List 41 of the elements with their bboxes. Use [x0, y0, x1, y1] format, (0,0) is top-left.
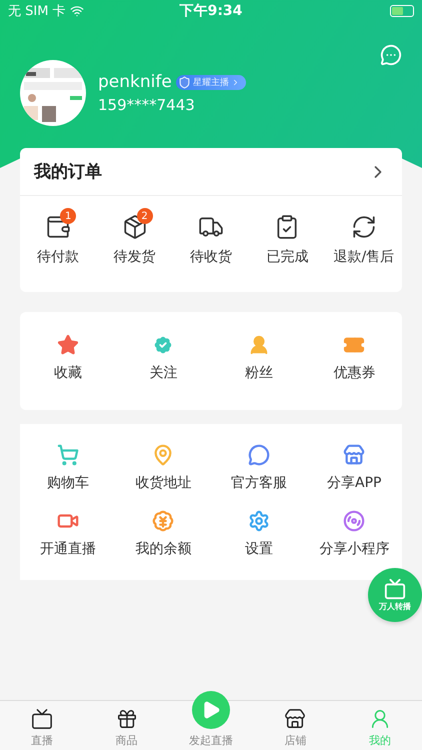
- refresh-icon[interactable]: [350, 214, 377, 240]
- message-icon[interactable]: [380, 44, 402, 66]
- user-icon[interactable]: [248, 334, 270, 356]
- service-label[interactable]: 购物车: [46, 474, 89, 492]
- order-status-label[interactable]: 待付款: [37, 248, 80, 266]
- shortcut-label[interactable]: 收藏: [54, 364, 82, 382]
- service-label[interactable]: 设置: [244, 540, 273, 558]
- order-status-label[interactable]: 待收货: [190, 248, 232, 266]
- cart-icon[interactable]: [56, 444, 79, 466]
- tv-icon[interactable]: [31, 708, 54, 730]
- chat-bubble-icon[interactable]: [248, 444, 270, 466]
- count-badge: 2: [136, 208, 153, 224]
- service-label[interactable]: 官方客服: [230, 474, 287, 492]
- shortcut-label[interactable]: 关注: [149, 364, 178, 382]
- wifi-icon: [70, 4, 84, 18]
- battery-icon: [390, 5, 414, 17]
- disc-icon[interactable]: [343, 510, 366, 532]
- card-title: 我的订单: [34, 161, 102, 183]
- order-status-label[interactable]: 待发货: [114, 248, 156, 266]
- location-pin-icon[interactable]: [152, 444, 174, 466]
- order-status-label[interactable]: 已完成: [266, 248, 308, 266]
- star-icon[interactable]: [56, 334, 79, 356]
- service-label[interactable]: 开通直播: [40, 540, 96, 558]
- phone-number: 159****7443: [98, 96, 196, 114]
- settings-icon[interactable]: [248, 510, 270, 532]
- shortcut-label[interactable]: 优惠券: [333, 364, 376, 382]
- user-name: penknife: [98, 72, 172, 92]
- count-badge: 1: [60, 208, 76, 224]
- service-label[interactable]: 分享APP: [327, 474, 382, 492]
- shortcut-label[interactable]: 粉丝: [244, 364, 273, 382]
- store-icon[interactable]: [284, 708, 306, 730]
- carrier-text: 无 SIM 卡: [8, 3, 66, 20]
- gift-icon[interactable]: [116, 708, 138, 730]
- status-time: 下午9:34: [180, 2, 242, 20]
- service-label[interactable]: 我的余额: [135, 540, 192, 558]
- service-label[interactable]: 分享小程序: [319, 540, 390, 558]
- live-start-icon[interactable]: [192, 691, 230, 729]
- money-bag-icon[interactable]: [152, 510, 174, 532]
- order-status-label[interactable]: 退款/售后: [333, 248, 394, 266]
- tv-icon: [384, 578, 406, 600]
- service-label[interactable]: 收货地址: [135, 474, 192, 492]
